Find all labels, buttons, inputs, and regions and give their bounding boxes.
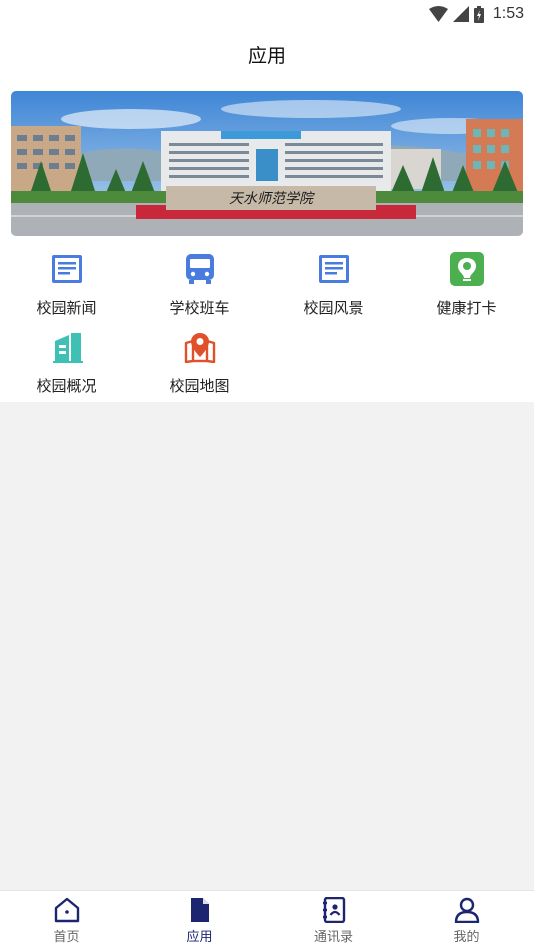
title-bar: 应用: [0, 28, 534, 80]
app-campus-scenery[interactable]: 校园风景: [267, 248, 400, 324]
battery-icon: [473, 5, 484, 23]
tab-contacts[interactable]: 通讯录: [267, 891, 400, 950]
tab-label: 我的: [453, 930, 480, 945]
wifi-icon: [428, 6, 448, 22]
tab-home[interactable]: 首页: [0, 891, 133, 950]
app-health-checkin[interactable]: 健康打卡: [400, 248, 533, 324]
app-label: 校园风景: [303, 299, 364, 317]
status-icons: 1:53: [428, 4, 524, 24]
building-icon: [50, 330, 84, 364]
home-icon: [53, 896, 81, 924]
page-title: 应用: [247, 44, 286, 67]
profile-icon: [453, 896, 481, 924]
contacts-icon: [320, 896, 348, 924]
scenery-icon: [317, 252, 351, 286]
bottom-tab-bar: 首页 应用 通讯录 我的: [0, 890, 534, 950]
app-school-bus[interactable]: 学校班车: [133, 248, 266, 324]
tab-label: 通讯录: [313, 930, 353, 945]
campus-banner[interactable]: 天水师范学院: [11, 91, 523, 236]
tab-apps[interactable]: 应用: [133, 891, 266, 950]
tab-label: 首页: [53, 930, 80, 945]
bus-icon: [183, 252, 217, 286]
status-time: 1:53: [492, 5, 524, 22]
cell-signal-icon: [452, 6, 469, 22]
app-label: 学校班车: [169, 299, 230, 317]
app-campus-overview[interactable]: 校园概况: [0, 326, 133, 402]
banner-sign-text: 天水师范学院: [229, 191, 315, 207]
document-icon: [186, 896, 214, 924]
app-label: 校园新闻: [36, 299, 97, 317]
tab-profile[interactable]: 我的: [400, 891, 533, 950]
tab-label: 应用: [186, 930, 213, 945]
news-icon: [50, 252, 84, 286]
app-campus-map[interactable]: 校园地图: [133, 326, 266, 402]
top-panel: 1:53 应用 天水师范学院 校园新闻 学校班车 校园风景 健康打卡 校园概况 …: [0, 0, 534, 402]
campus-photo: 天水师范学院: [11, 91, 523, 236]
app-label: 健康打卡: [436, 299, 497, 317]
app-label: 校园地图: [169, 377, 230, 395]
app-campus-news[interactable]: 校园新闻: [0, 248, 133, 324]
app-label: 校园概况: [36, 377, 97, 395]
map-pin-icon: [183, 330, 217, 364]
health-checkin-icon: [449, 252, 484, 286]
status-bar: 1:53: [0, 0, 534, 28]
